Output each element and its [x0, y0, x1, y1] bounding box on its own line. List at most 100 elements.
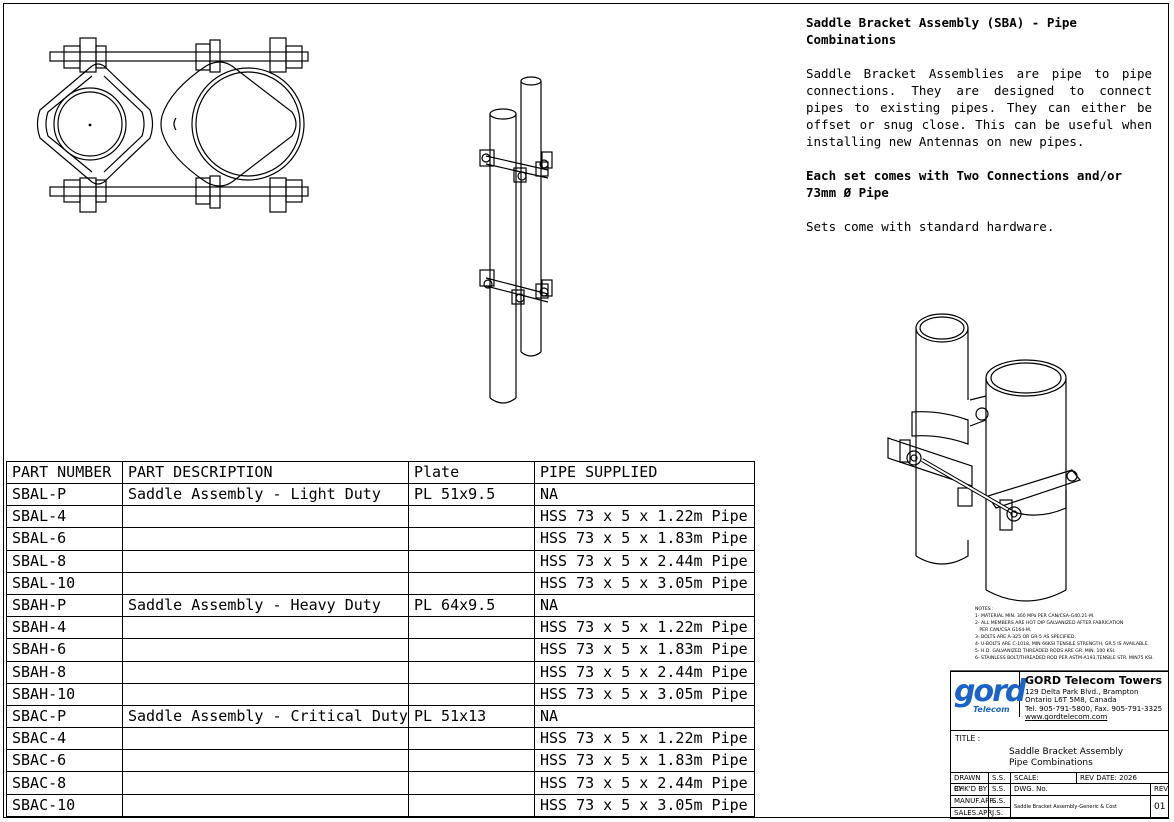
- manuf-label: MANUF.APR: [951, 796, 994, 808]
- part-number-cell: SBAH-P: [6, 593, 123, 618]
- pipe-supplied-cell: HSS 73 x 5 x 2.44m Pipe: [533, 549, 755, 573]
- logo-wordmark: gord: [954, 674, 1026, 709]
- rev-value: 01: [1151, 796, 1169, 819]
- table-row: SBAL-8 HSS 73 x 5 x 2.44m Pipe: [6, 549, 755, 573]
- header-plate: Plate: [407, 461, 535, 484]
- pipe-supplied-cell: HSS 73 x 5 x 1.83m Pipe: [533, 638, 755, 662]
- part-number-cell: SBAL-8: [6, 549, 123, 573]
- table-row: SBAH-P Saddle Assembly - Heavy Duty PL 64x…: [6, 593, 755, 618]
- pipe-supplied-cell: HSS 73 x 5 x 2.44m Pipe: [533, 660, 755, 684]
- title-label: TITLE :: [955, 734, 981, 743]
- pipe-supplied-cell: HSS 73 x 5 x 3.05m Pipe: [533, 571, 755, 595]
- part-description-cell: Saddle Assembly - Light Duty: [122, 482, 409, 507]
- drawing-notes: NOTES : 1- MATERIAL MIN. 300 MPa PER CAN…: [975, 606, 1154, 662]
- part-number-cell: SBAC-6: [6, 749, 123, 773]
- title-block: gord Telecom GORD Telecom Towers 129 Del…: [950, 671, 1169, 819]
- isometric-pipe-drawing: [479, 76, 553, 404]
- drawing-title-line: Saddle Bracket Assembly: [1009, 747, 1124, 757]
- pipe-supplied-cell: NA: [533, 704, 755, 729]
- table-row: SBAH-6 HSS 73 x 5 x 1.83m Pipe: [6, 638, 755, 662]
- description-paragraph: Saddle Bracket Assemblies are pipe to pi…: [806, 66, 1152, 149]
- part-number-cell: SBAL-6: [6, 527, 123, 551]
- part-description-cell: [122, 527, 409, 551]
- part-description-cell: [122, 771, 409, 795]
- table-row: SBAC-P Saddle Assembly - Critical Duty PL …: [6, 704, 755, 729]
- part-description-cell: [122, 682, 409, 706]
- plate-cell: PL 51x9.5: [407, 482, 535, 507]
- part-description-cell: [122, 549, 409, 573]
- parts-table-header: PART NUMBER PART DESCRIPTION Plate PIPE …: [6, 461, 755, 484]
- note-item: 4- U-BOLTS ARE C-1018, MIN 66KSI TENSILE…: [975, 642, 1150, 647]
- company-logo: gord Telecom: [951, 672, 1026, 717]
- rev-label: REV: [1151, 784, 1169, 796]
- manuf-value: S.S.: [989, 796, 1011, 808]
- part-description-cell: Saddle Assembly - Critical Duty: [122, 704, 409, 729]
- plate-cell: [407, 616, 535, 640]
- pipe-supplied-cell: NA: [533, 593, 755, 618]
- rev-date: REV DATE: 2026: [1077, 773, 1169, 784]
- table-row: SBAH-8 HSS 73 x 5 x 2.44m Pipe: [6, 660, 755, 684]
- plate-cell: [407, 549, 535, 573]
- part-number-cell: SBAC-10: [6, 793, 123, 817]
- note-item: PER CAN/CSA G164-M.: [975, 628, 1032, 633]
- website-link[interactable]: www.gordtelecom.com: [1025, 712, 1162, 721]
- plate-cell: [407, 505, 535, 529]
- company-address: 129 Delta Park Blvd., Brampton Ontario L…: [1025, 687, 1162, 722]
- logo-subtext: Telecom: [973, 705, 1010, 714]
- scale-label: SCALE:: [1011, 773, 1077, 784]
- pipe-supplied-cell: HSS 73 x 5 x 1.22m Pipe: [533, 727, 755, 751]
- table-row: SBAL-4 HSS 73 x 5 x 1.22m Pipe: [6, 505, 755, 529]
- pipe-supplied-cell: HSS 73 x 5 x 2.44m Pipe: [533, 771, 755, 795]
- drawing-title: Saddle Bracket Assembly Pipe Combination…: [1009, 747, 1123, 769]
- note-item: 2- ALL MEMBERS ARE HOT DIP GALVANIZED AF…: [975, 621, 1124, 626]
- table-row: SBAL-P Saddle Assembly - Light Duty PL 51x…: [6, 482, 755, 507]
- chkd-by-value: S.S.: [989, 784, 1011, 796]
- dwg-name: Saddle Bracket Assembly-Generic & Cost: [1011, 796, 1151, 819]
- notes-heading: NOTES :: [975, 607, 994, 612]
- notes-list: 1- MATERIAL MIN. 300 MPa PER CAN/CSA-G40…: [975, 613, 1154, 662]
- plate-cell: [407, 793, 535, 817]
- pipe-supplied-cell: HSS 73 x 5 x 1.22m Pipe: [533, 616, 755, 640]
- table-row: SBAC-4 HSS 73 x 5 x 1.22m Pipe: [6, 727, 755, 751]
- drawing-title-line: Pipe Combinations: [1009, 758, 1093, 768]
- part-number-cell: SBAL-10: [6, 571, 123, 595]
- plate-cell: [407, 527, 535, 551]
- plate-cell: [407, 771, 535, 795]
- pipe-supplied-cell: HSS 73 x 5 x 3.05m Pipe: [533, 682, 755, 706]
- sales-value: J.S.: [989, 808, 1011, 819]
- plate-cell: [407, 638, 535, 662]
- table-row: SBAC-8 HSS 73 x 5 x 2.44m Pipe: [6, 771, 755, 795]
- part-description-cell: [122, 660, 409, 684]
- table-row: SBAL-6 HSS 73 x 5 x 1.83m Pipe: [6, 527, 755, 551]
- part-description-cell: [122, 616, 409, 640]
- table-row: SBAL-10 HSS 73 x 5 x 3.05m Pipe: [6, 571, 755, 595]
- part-number-cell: SBAL-4: [6, 505, 123, 529]
- rev-date-label: REV DATE:: [1080, 774, 1117, 782]
- header-pipe-supplied: PIPE SUPPLIED: [533, 461, 755, 484]
- drawn-by-value: S.S.: [989, 773, 1011, 784]
- part-description-cell: Saddle Assembly - Heavy Duty: [122, 593, 409, 618]
- pipe-supplied-cell: HSS 73 x 5 x 1.83m Pipe: [533, 527, 755, 551]
- part-number-cell: SBAH-10: [6, 682, 123, 706]
- pipe-supplied-cell: HSS 73 x 5 x 3.05m Pipe: [533, 793, 755, 817]
- plate-cell: [407, 727, 535, 751]
- company-name: GORD Telecom Towers: [1025, 674, 1163, 687]
- pipe-supplied-cell: NA: [533, 482, 755, 507]
- part-description-cell: [122, 749, 409, 773]
- part-description-cell: [122, 505, 409, 529]
- part-number-cell: SBAH-6: [6, 638, 123, 662]
- part-description-cell: [122, 571, 409, 595]
- part-number-cell: SBAC-8: [6, 771, 123, 795]
- title-block-grid: DRAWN BY S.S. SCALE: REV DATE: 2026 CHK'…: [951, 773, 1169, 819]
- description-hardware-note: Sets come with standard hardware.: [806, 219, 1055, 234]
- part-number-cell: SBAC-P: [6, 704, 123, 729]
- plate-cell: PL 51x13: [407, 704, 535, 729]
- table-row: SBAC-10 HSS 73 x 5 x 3.05m Pipe: [6, 793, 755, 817]
- note-item: 6- STAINLESS BOLT/THREADED ROD PER ASTM-…: [975, 656, 1154, 661]
- parts-table-body: SBAL-P Saddle Assembly - Light Duty PL 51x…: [6, 482, 755, 817]
- description-bold-note: Each set comes with Two Connections and/…: [806, 168, 1123, 200]
- part-description-cell: [122, 727, 409, 751]
- part-description-cell: [122, 638, 409, 662]
- top-view-drawing: [36, 37, 309, 213]
- plate-cell: [407, 571, 535, 595]
